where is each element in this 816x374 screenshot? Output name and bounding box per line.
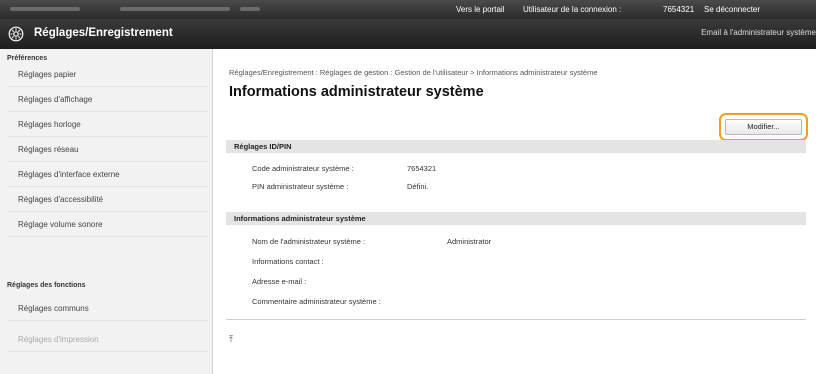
sidebar-group-functions: Réglages des fonctions	[7, 282, 86, 289]
admin-id-label: Code administrateur système :	[252, 164, 354, 173]
app-title: Réglages/Enregistrement	[34, 27, 173, 39]
login-user-value: 7654321	[663, 5, 695, 14]
blurred-text	[120, 7, 230, 11]
email-address-label: Adresse e-mail :	[252, 277, 307, 286]
sidebar-item-network[interactable]: Réglages réseau	[8, 138, 208, 162]
blurred-text	[240, 7, 260, 11]
portal-link[interactable]: Vers le portail	[456, 5, 504, 14]
section-header-admin-info: Informations administrateur système	[226, 212, 806, 225]
admin-name-label: Nom de l'administrateur système :	[252, 237, 366, 246]
sidebar-item-display[interactable]: Réglages d'affichage	[8, 88, 208, 112]
page-title: Informations administrateur système	[229, 84, 484, 100]
edit-button-highlight: Modifier...	[719, 113, 808, 141]
sidebar-item-clock[interactable]: Réglages horloge	[8, 113, 208, 137]
blurred-text	[10, 7, 80, 11]
admin-pin-label: PIN administrateur système :	[252, 182, 349, 191]
email-admin-link[interactable]: Email à l'administrateur système	[701, 28, 816, 37]
login-user-label: Utilisateur de la connexion :	[523, 5, 622, 14]
section-divider	[226, 319, 806, 320]
admin-pin-value: Défini.	[407, 182, 429, 191]
section-header-id-pin: Réglages ID/PIN	[226, 140, 806, 153]
main-content: Réglages/Enregistrement : Réglages de ge…	[214, 49, 816, 374]
logout-link[interactable]: Se déconnecter	[704, 5, 760, 14]
sidebar-item-external-interface[interactable]: Réglages d'interface externe	[8, 163, 208, 187]
breadcrumb: Réglages/Enregistrement : Réglages de ge…	[229, 68, 598, 77]
edit-button[interactable]: Modifier...	[725, 119, 802, 135]
sidebar: Préférences Réglages papier Réglages d'a…	[0, 49, 213, 374]
sidebar-item-paper[interactable]: Réglages papier	[8, 63, 208, 87]
sidebar-item-common[interactable]: Réglages communs	[8, 297, 208, 321]
admin-comment-label: Commentaire administrateur système :	[252, 297, 381, 306]
app-header: Réglages/Enregistrement Email à l'admini…	[0, 19, 816, 49]
sidebar-item-accessibility[interactable]: Réglages d'accessibilité	[8, 188, 208, 212]
contact-info-label: Informations contact :	[252, 257, 324, 266]
settings-gear-icon	[8, 26, 24, 42]
sidebar-group-preferences: Préférences	[7, 55, 48, 62]
admin-id-value: 7654321	[407, 164, 437, 173]
admin-name-value: Administrator	[447, 237, 492, 246]
top-utility-bar: Vers le portail Utilisateur de la connex…	[0, 0, 816, 19]
sidebar-item-volume[interactable]: Réglage volume sonore	[8, 213, 208, 237]
scroll-to-top-icon[interactable]: ⤒	[229, 334, 233, 345]
sidebar-item-print[interactable]: Réglages d'impression	[8, 328, 208, 352]
